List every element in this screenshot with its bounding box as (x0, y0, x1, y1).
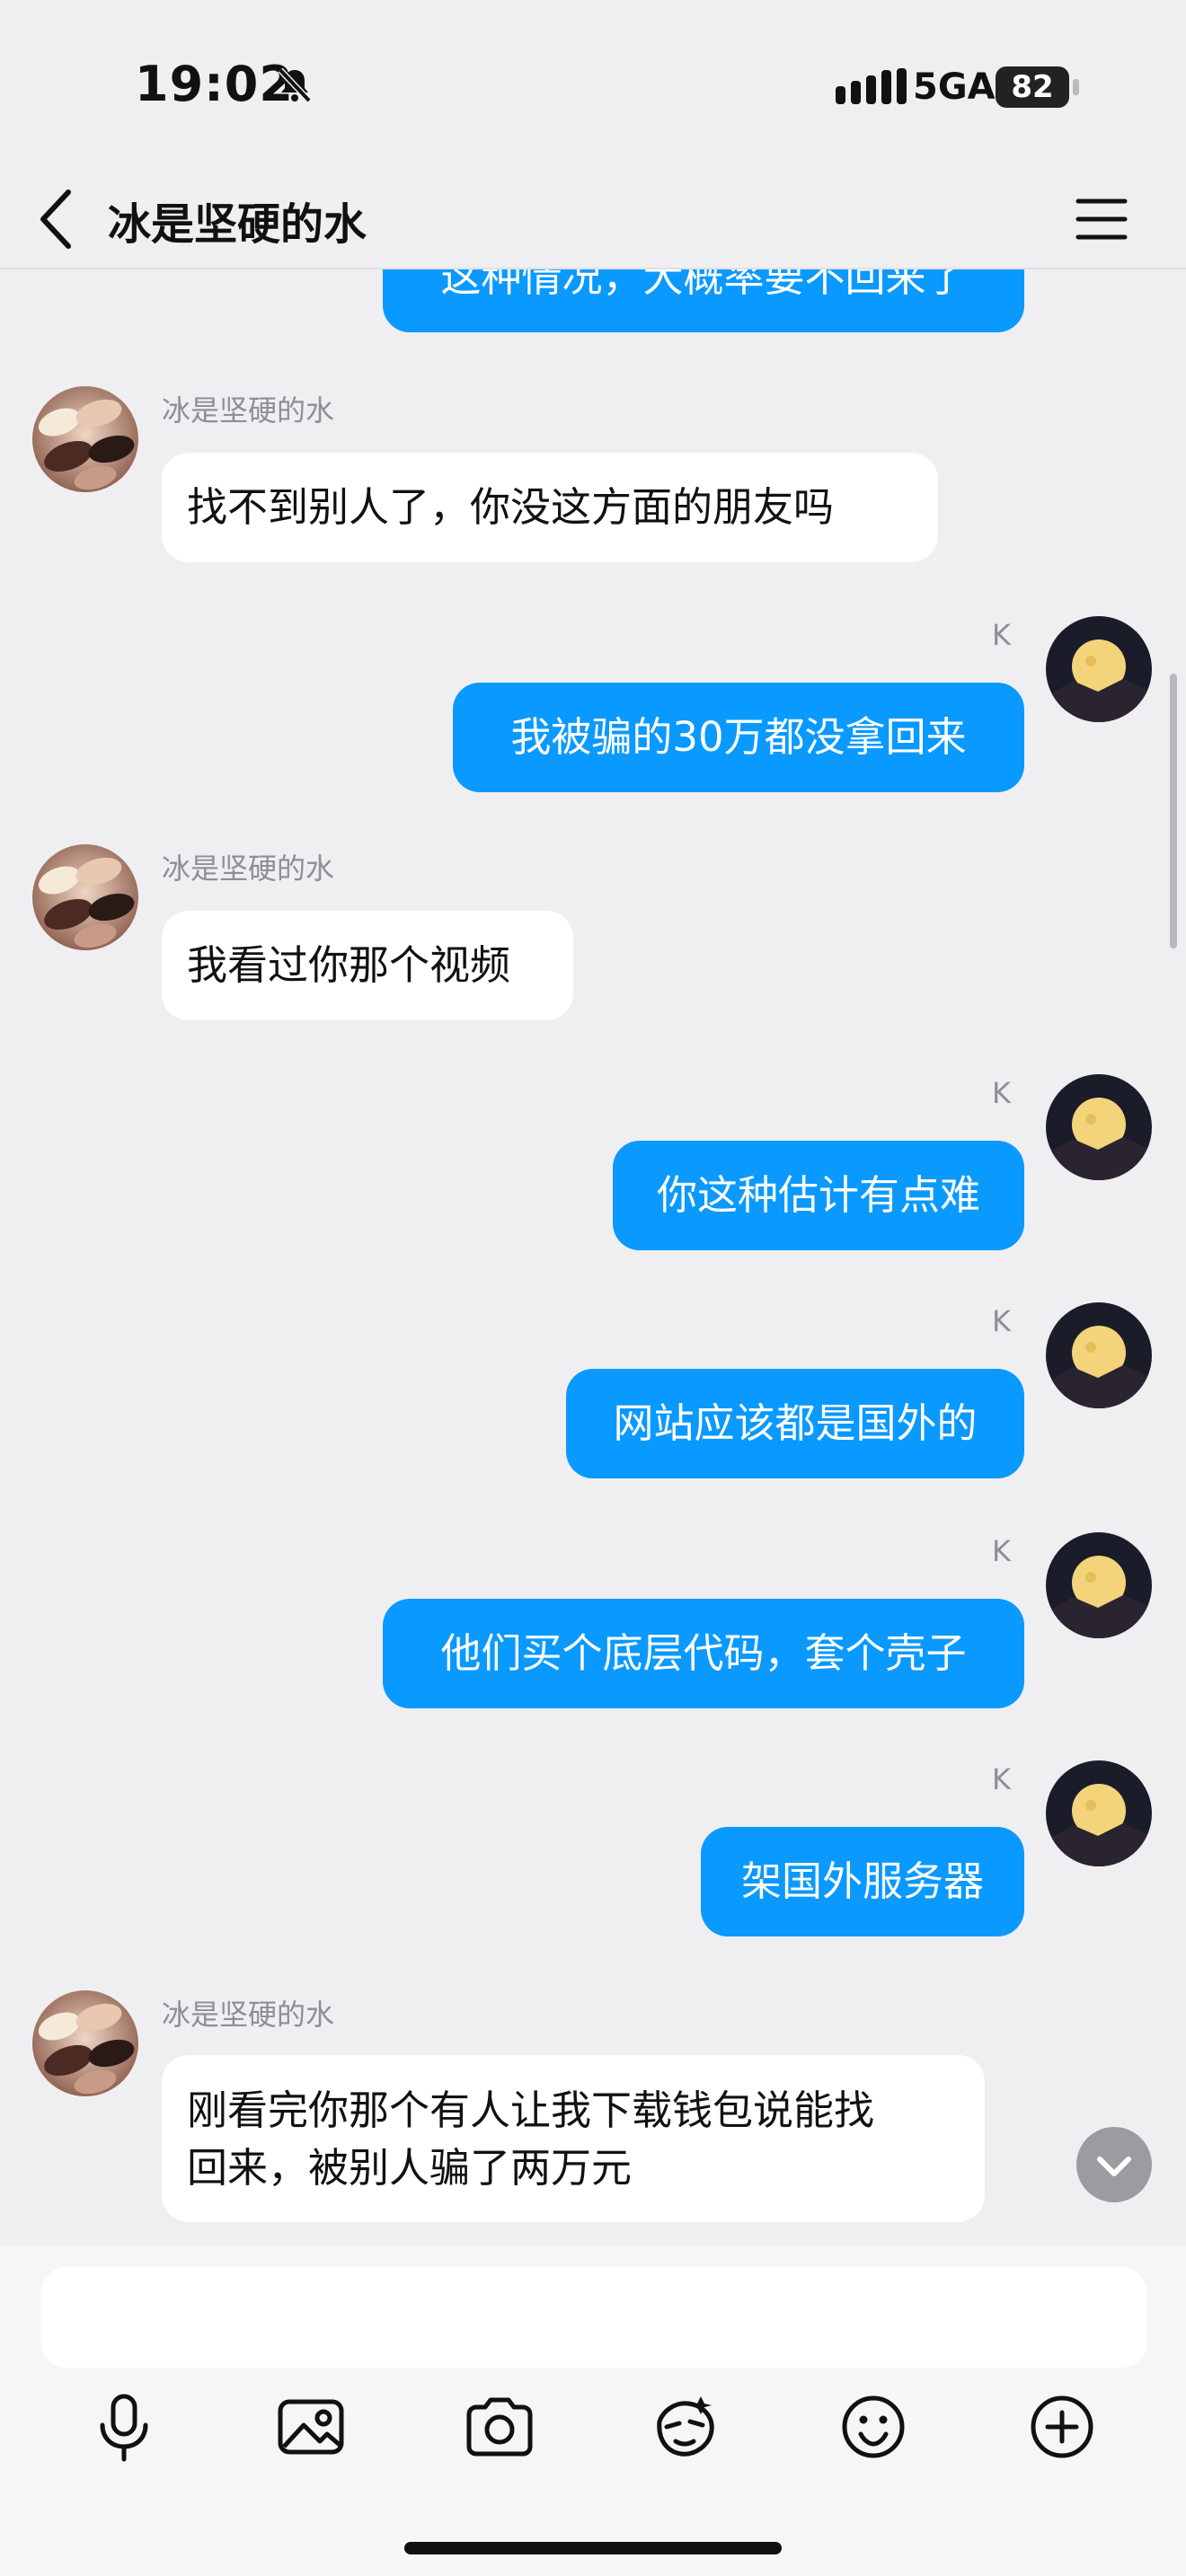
user-avatar[interactable] (1046, 1074, 1152, 1180)
sender-name: K (992, 618, 1011, 652)
microphone-icon[interactable] (88, 2391, 160, 2463)
image-icon[interactable] (275, 2391, 347, 2463)
sender-name: K (992, 1762, 1011, 1796)
contact-avatar[interactable] (32, 844, 138, 950)
emoji-icon[interactable] (837, 2391, 909, 2463)
message-text: 网站应该都是国外的 (613, 1399, 978, 1447)
message-text: 找不到别人了，你没这方面的朋友吗 (187, 483, 835, 531)
message-text-line: 回来，被别人骗了两万元 (187, 2144, 633, 2192)
user-avatar[interactable] (1046, 1532, 1152, 1638)
plus-icon[interactable] (1026, 2391, 1098, 2463)
signal-icon (836, 68, 907, 104)
chat-title: 冰是坚硬的水 (108, 199, 367, 250)
message-bubble-outgoing[interactable]: 网站应该都是国外的 (566, 1369, 1024, 1478)
user-avatar[interactable] (1046, 1302, 1152, 1408)
status-time: 19:02 (135, 56, 294, 112)
back-chevron-icon[interactable] (36, 183, 79, 255)
message-text: 他们买个底层代码，套个壳子 (440, 1629, 967, 1677)
mute-bell-icon (278, 67, 312, 103)
message-text-line: 刚看完你那个有人让我下载钱包说能找 (187, 2086, 875, 2134)
contact-avatar[interactable] (32, 386, 138, 492)
chat-header: 冰是坚硬的水 (0, 171, 1186, 269)
battery-icon: 82 (996, 66, 1080, 108)
sender-name: K (992, 1534, 1011, 1568)
sender-name: 冰是坚硬的水 (162, 851, 335, 886)
camera-icon[interactable] (464, 2391, 535, 2463)
message-bubble-outgoing[interactable]: 架国外服务器 (701, 1827, 1024, 1936)
user-avatar[interactable] (1046, 1760, 1152, 1866)
message-text: 我被骗的30万都没拿回来 (510, 713, 967, 761)
message-text: 我看过你那个视频 (187, 941, 511, 989)
message-bubble-incoming[interactable]: 我看过你那个视频 (162, 911, 573, 1020)
home-indicator[interactable] (404, 2542, 782, 2554)
network-label: 5GA (913, 66, 996, 108)
contact-avatar[interactable] (32, 1990, 138, 2096)
chevron-down-icon (1097, 2157, 1131, 2176)
message-list[interactable]: 这种情况，大概率要不回来了 冰是坚硬的水 找不到别人了，你没这方面的朋友吗 K … (0, 268, 1186, 2245)
sticker-icon[interactable] (649, 2391, 721, 2463)
sender-name: 冰是坚硬的水 (162, 393, 335, 428)
sender-name: K (992, 1076, 1011, 1110)
message-text: 你这种估计有点难 (656, 1171, 980, 1219)
message-bubble-incoming[interactable]: 找不到别人了，你没这方面的朋友吗 (162, 453, 938, 562)
sender-name: 冰是坚硬的水 (162, 1998, 335, 2032)
message-bubble-outgoing[interactable]: 你这种估计有点难 (613, 1141, 1024, 1250)
sender-name: K (992, 1304, 1011, 1338)
status-bar: 19:02 5GA 82 (0, 0, 1186, 171)
battery-cap (1073, 79, 1079, 95)
battery-level: 82 (996, 66, 1069, 108)
menu-icon[interactable] (1075, 192, 1128, 246)
composer (0, 2245, 1186, 2576)
message-bubble-outgoing[interactable]: 我被骗的30万都没拿回来 (453, 683, 1024, 792)
message-bubble-outgoing[interactable]: 他们买个底层代码，套个壳子 (383, 1599, 1024, 1708)
message-bubble-outgoing[interactable]: 这种情况，大概率要不回来了 (383, 268, 1024, 332)
message-text: 这种情况，大概率要不回来了 (440, 268, 967, 301)
scrollbar[interactable] (1170, 674, 1177, 948)
scroll-to-bottom-button[interactable] (1076, 2127, 1152, 2202)
message-text: 架国外服务器 (740, 1857, 984, 1905)
message-bubble-incoming[interactable]: 刚看完你那个有人让我下载钱包说能找 回来，被别人骗了两万元 (162, 2055, 985, 2222)
message-input[interactable] (41, 2267, 1146, 2368)
user-avatar[interactable] (1046, 616, 1152, 722)
